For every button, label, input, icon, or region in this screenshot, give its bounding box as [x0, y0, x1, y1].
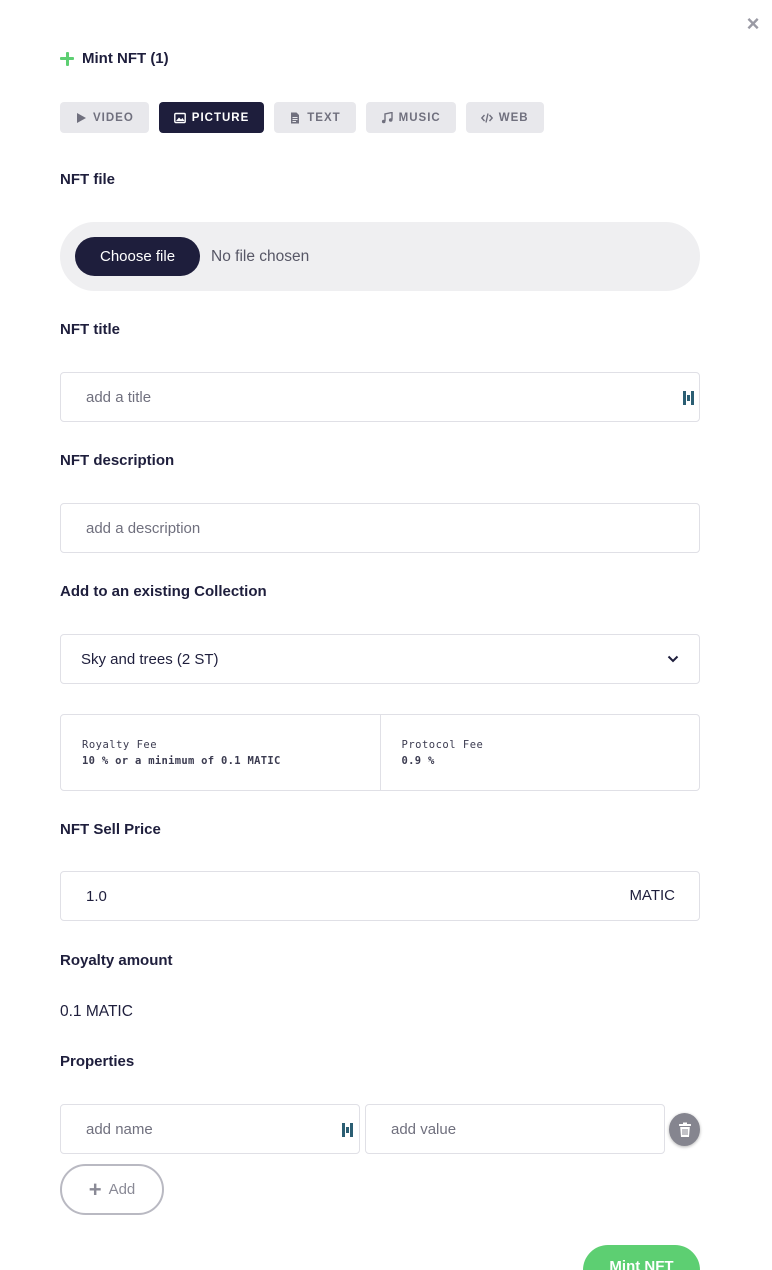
add-property-button[interactable]: + Add: [60, 1164, 164, 1215]
title-placeholder: add a title: [86, 388, 152, 406]
tab-label: TEXT: [307, 111, 341, 124]
tab-label: MUSIC: [398, 111, 441, 124]
play-icon: [77, 112, 86, 123]
tab-label: VIDEO: [93, 111, 134, 124]
title-input[interactable]: add a title: [60, 372, 700, 422]
description-label: NFT description: [60, 452, 175, 469]
music-note-icon: [381, 111, 393, 123]
royalty-fee: Royalty Fee 10 % or a minimum of 0.1 MAT…: [61, 715, 380, 790]
protocol-fee: Protocol Fee 0.9 %: [379, 715, 700, 790]
mint-nft-button[interactable]: Mint NFT: [583, 1245, 700, 1270]
description-placeholder: add a description: [86, 519, 201, 537]
royalty-fee-label: Royalty Fee: [82, 739, 158, 751]
property-name-placeholder: add name: [86, 1120, 153, 1138]
royalty-amount-value: 0.1 MATIC: [60, 1003, 133, 1020]
delete-property-button[interactable]: [669, 1113, 700, 1146]
properties-label: Properties: [60, 1053, 135, 1070]
collection-select[interactable]: Sky and trees (2 ST): [60, 634, 700, 684]
document-icon: [291, 112, 300, 123]
password-manager-icon[interactable]: [683, 391, 695, 405]
add-property-label: Add: [108, 1181, 136, 1198]
price-value: 1.0: [86, 887, 107, 905]
price-label: NFT Sell Price: [60, 821, 161, 838]
close-button[interactable]: ×: [744, 13, 762, 35]
collection-selected: Sky and trees (2 ST): [81, 650, 219, 668]
tab-picture[interactable]: PICTURE: [158, 102, 265, 133]
collection-label: Add to an existing Collection: [60, 583, 267, 600]
protocol-fee-label: Protocol Fee: [401, 739, 484, 751]
protocol-fee-value: 0.9 %: [401, 755, 435, 767]
image-icon: [173, 112, 186, 123]
choose-file-button[interactable]: Choose file: [75, 237, 201, 276]
tab-web[interactable]: WEB: [465, 102, 544, 133]
password-manager-icon[interactable]: [342, 1123, 354, 1137]
tab-video[interactable]: VIDEO: [60, 102, 149, 133]
dialog-header: Mint NFT (1): [60, 50, 169, 67]
tab-label: PICTURE: [191, 111, 250, 124]
royalty-amount-label: Royalty amount: [60, 952, 173, 969]
royalty-fee-value: 10 % or a minimum of 0.1 MATIC: [82, 755, 281, 767]
code-icon: [480, 112, 493, 123]
trash-icon: [678, 1122, 691, 1137]
dialog-title: Mint NFT (1): [82, 50, 169, 67]
file-label: NFT file: [60, 171, 115, 188]
media-type-tabs: VIDEO PICTURE TEXT MUSIC WEB: [60, 102, 544, 133]
price-input[interactable]: 1.0 MATIC: [60, 871, 700, 921]
property-name-input[interactable]: add name: [60, 1104, 360, 1154]
tab-music[interactable]: MUSIC: [365, 102, 456, 133]
title-label: NFT title: [60, 321, 120, 338]
file-input[interactable]: Choose file No file chosen: [60, 222, 700, 291]
plus-icon: [60, 51, 74, 66]
file-status: No file chosen: [211, 247, 310, 265]
fees-panel: Royalty Fee 10 % or a minimum of 0.1 MAT…: [60, 714, 700, 791]
price-unit: MATIC: [629, 887, 675, 904]
property-value-placeholder: add value: [391, 1120, 457, 1138]
property-row: add name add value: [60, 1104, 700, 1154]
tab-label: WEB: [498, 111, 529, 124]
property-value-input[interactable]: add value: [365, 1104, 665, 1154]
tab-text[interactable]: TEXT: [274, 102, 356, 133]
chevron-down-icon: [667, 655, 679, 663]
plus-icon: +: [88, 1177, 102, 1202]
description-input[interactable]: add a description: [60, 503, 700, 553]
